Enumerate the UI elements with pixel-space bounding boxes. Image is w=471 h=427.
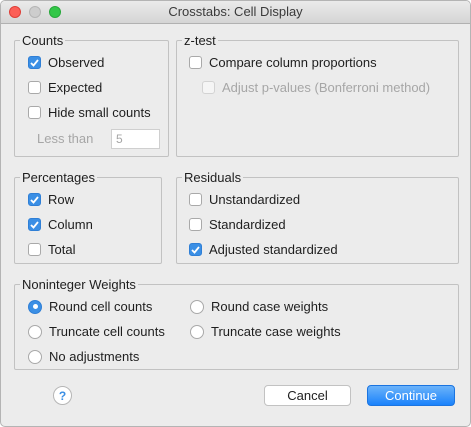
hide-small-counts-label: Hide small counts — [48, 105, 151, 120]
radio-selected-icon — [28, 299, 42, 314]
truncate-cell-counts-label: Truncate cell counts — [49, 324, 165, 339]
window-title: Crosstabs: Cell Display — [168, 4, 303, 19]
truncate-cell-counts-radio[interactable]: Truncate cell counts — [28, 324, 165, 339]
noninteger-weights-group-title: Noninteger Weights — [20, 277, 138, 292]
compare-column-proportions-checkbox[interactable]: Compare column proportions — [189, 55, 377, 70]
column-percent-checkbox[interactable]: Column — [28, 217, 93, 232]
radio-unselected-icon — [190, 324, 204, 339]
counts-group-title: Counts — [20, 33, 66, 48]
percentages-group-title: Percentages — [20, 170, 97, 185]
round-case-weights-radio[interactable]: Round case weights — [190, 299, 328, 314]
round-cell-counts-radio[interactable]: Round cell counts — [28, 299, 152, 314]
less-than-label: Less than — [37, 131, 94, 146]
cancel-button[interactable]: Cancel — [264, 385, 351, 406]
title-bar: Crosstabs: Cell Display — [1, 1, 470, 24]
checkbox-checked-icon — [28, 56, 41, 69]
checkbox-unchecked-icon — [189, 218, 202, 231]
compare-column-proportions-label: Compare column proportions — [209, 55, 377, 70]
adjusted-standardized-checkbox[interactable]: Adjusted standardized — [189, 242, 338, 257]
round-cell-counts-label: Round cell counts — [49, 299, 153, 314]
checkbox-checked-icon — [189, 243, 202, 256]
unstandardized-label: Unstandardized — [209, 192, 301, 207]
standardized-checkbox[interactable]: Standardized — [189, 217, 286, 232]
observed-checkbox[interactable]: Observed — [28, 55, 104, 70]
checkbox-unchecked-icon — [28, 243, 41, 256]
checkbox-checked-icon — [28, 218, 41, 231]
total-percent-checkbox[interactable]: Total — [28, 242, 75, 257]
row-percent-label: Row — [48, 192, 75, 207]
checkbox-checked-icon — [28, 193, 41, 206]
expected-checkbox[interactable]: Expected — [28, 80, 102, 95]
standardized-label: Standardized — [209, 217, 286, 232]
checkbox-unchecked-icon — [28, 81, 41, 94]
hide-small-counts-checkbox[interactable]: Hide small counts — [28, 105, 151, 120]
continue-button[interactable]: Continue — [367, 385, 455, 406]
radio-unselected-icon — [28, 324, 42, 339]
checkbox-unchecked-icon — [189, 56, 202, 69]
no-adjustments-label: No adjustments — [49, 349, 140, 364]
adjusted-standardized-label: Adjusted standardized — [209, 242, 338, 257]
radio-unselected-icon — [190, 299, 204, 314]
adjust-p-values-label: Adjust p-values (Bonferroni method) — [222, 80, 431, 95]
no-adjustments-radio[interactable]: No adjustments — [28, 349, 139, 364]
checkbox-unchecked-icon — [189, 193, 202, 206]
checkbox-disabled-icon — [202, 81, 215, 94]
less-than-input[interactable]: 5 — [111, 129, 160, 149]
unstandardized-checkbox[interactable]: Unstandardized — [189, 192, 300, 207]
expected-label: Expected — [48, 80, 103, 95]
residuals-group-title: Residuals — [182, 170, 244, 185]
adjust-p-values-checkbox[interactable]: Adjust p-values (Bonferroni method) — [202, 80, 430, 95]
column-percent-label: Column — [48, 217, 93, 232]
checkbox-unchecked-icon — [28, 106, 41, 119]
help-button[interactable]: ? — [53, 386, 72, 405]
round-case-weights-label: Round case weights — [211, 299, 329, 314]
radio-unselected-icon — [28, 349, 42, 364]
total-percent-label: Total — [48, 242, 76, 257]
row-percent-checkbox[interactable]: Row — [28, 192, 74, 207]
dialog-window: Crosstabs: Cell Display Counts Observed … — [0, 0, 471, 427]
ztest-group-title: z-test — [182, 33, 218, 48]
truncate-case-weights-label: Truncate case weights — [211, 324, 341, 339]
truncate-case-weights-radio[interactable]: Truncate case weights — [190, 324, 341, 339]
observed-label: Observed — [48, 55, 105, 70]
